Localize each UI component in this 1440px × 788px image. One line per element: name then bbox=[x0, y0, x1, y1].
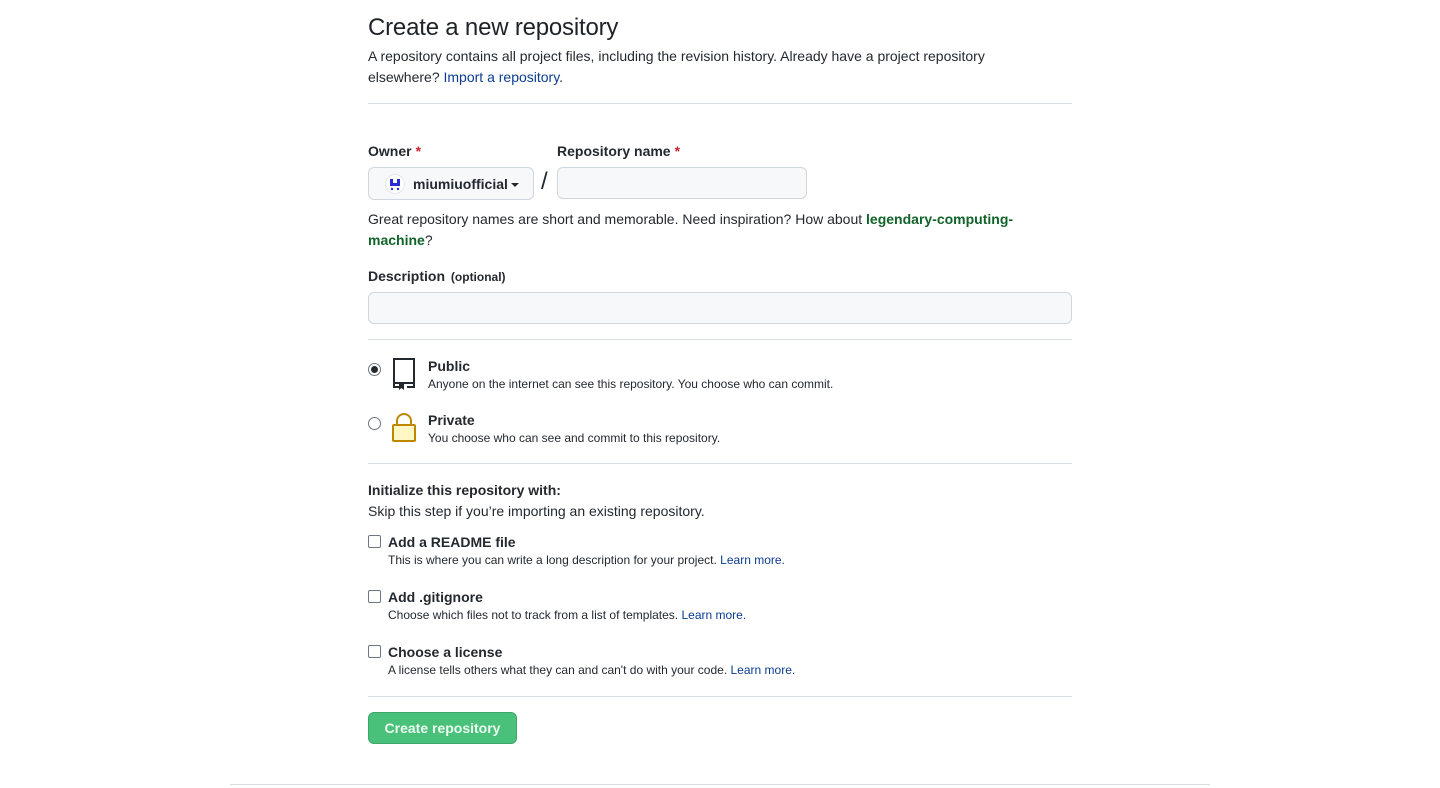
description-input[interactable] bbox=[368, 292, 1072, 324]
owner-label: Owner * bbox=[368, 143, 421, 159]
page-subtitle: A repository contains all project files,… bbox=[368, 46, 1048, 88]
private-radio[interactable] bbox=[368, 417, 381, 430]
public-title: Public bbox=[428, 358, 471, 374]
owner-repo-separator: / bbox=[541, 168, 548, 195]
gitignore-learn-more-link[interactable]: Learn more. bbox=[681, 608, 746, 622]
license-checkbox[interactable] bbox=[368, 645, 381, 658]
owner-dropdown[interactable]: miumiuofficial bbox=[368, 167, 534, 200]
create-repository-button[interactable]: Create repository bbox=[368, 712, 517, 744]
gitignore-checkbox[interactable] bbox=[368, 590, 381, 603]
gitignore-desc-text: Choose which files not to track from a l… bbox=[388, 608, 679, 622]
repo-name-required-mark: * bbox=[674, 143, 681, 159]
owner-avatar-icon bbox=[390, 178, 400, 190]
gitignore-description: Choose which files not to track from a l… bbox=[388, 608, 746, 622]
description-label-text: Description bbox=[368, 268, 446, 284]
private-title: Private bbox=[428, 412, 475, 428]
readme-title: Add a README file bbox=[388, 534, 516, 550]
public-radio[interactable] bbox=[368, 363, 381, 376]
init-title: Initialize this repository with: bbox=[368, 482, 561, 498]
lock-icon bbox=[391, 412, 417, 447]
license-learn-more-link[interactable]: Learn more. bbox=[731, 663, 796, 677]
readme-checkbox[interactable] bbox=[368, 535, 381, 548]
divider bbox=[368, 696, 1072, 697]
hint-text: Great repository names are short and mem… bbox=[368, 211, 863, 227]
license-title: Choose a license bbox=[388, 644, 503, 660]
divider bbox=[368, 103, 1072, 104]
footer-divider bbox=[230, 784, 1210, 785]
divider bbox=[368, 463, 1072, 464]
owner-required-mark: * bbox=[415, 143, 422, 159]
license-description: A license tells others what they can and… bbox=[388, 663, 795, 677]
private-description: You choose who can see and commit to thi… bbox=[428, 431, 721, 445]
owner-avatar bbox=[385, 173, 405, 194]
gitignore-title: Add .gitignore bbox=[388, 589, 483, 605]
chevron-down-icon bbox=[510, 182, 519, 187]
repo-name-input[interactable] bbox=[557, 167, 807, 199]
readme-desc-text: This is where you can write a long descr… bbox=[388, 553, 717, 567]
repo-name-label: Repository name * bbox=[557, 143, 680, 159]
import-repository-link[interactable]: Import a repository bbox=[444, 69, 560, 85]
repo-name-hint: Great repository names are short and mem… bbox=[368, 209, 1058, 251]
divider bbox=[368, 339, 1072, 340]
license-desc-text: A license tells others what they can and… bbox=[388, 663, 728, 677]
owner-label-text: Owner bbox=[368, 143, 412, 159]
init-subtitle: Skip this step if you’re importing an ex… bbox=[368, 503, 705, 519]
subtitle-period: . bbox=[559, 69, 564, 85]
readme-learn-more-link[interactable]: Learn more. bbox=[720, 553, 785, 567]
readme-description: This is where you can write a long descr… bbox=[388, 553, 785, 567]
description-label: Description (optional) bbox=[368, 268, 506, 284]
description-optional: (optional) bbox=[450, 270, 506, 284]
page-title: Create a new repository bbox=[368, 14, 619, 41]
hint-end: ? bbox=[424, 232, 433, 248]
repo-name-label-text: Repository name bbox=[557, 143, 671, 159]
repo-icon bbox=[391, 357, 417, 394]
owner-name: miumiuofficial bbox=[413, 175, 508, 192]
public-description: Anyone on the internet can see this repo… bbox=[428, 377, 834, 391]
